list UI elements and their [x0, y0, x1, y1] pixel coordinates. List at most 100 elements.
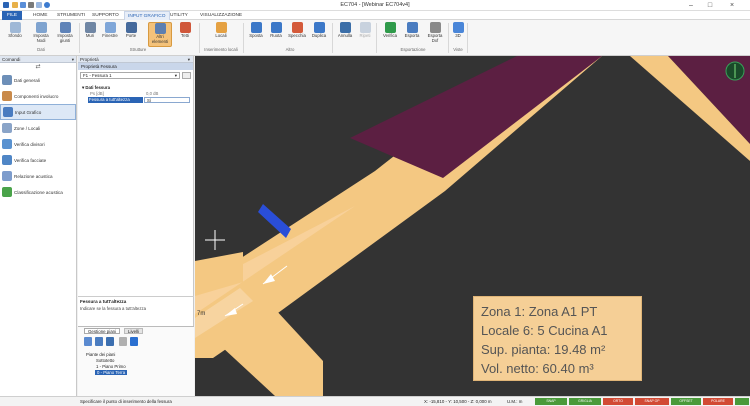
tree-item-piano-terra[interactable]: 0 - Piano Terra — [95, 370, 128, 375]
tree-item-piano-primo[interactable]: 1 - Piano Primo — [96, 364, 126, 369]
properties-panel: Proprietà ▾ Proprietà Fessura F1 - Fessur… — [78, 56, 194, 396]
title-bar: EC704 - [Webinar EC704v4] – □ × — [0, 0, 750, 11]
joints-icon — [59, 22, 71, 33]
snap-op-toggle[interactable]: SNAP OP — [635, 398, 669, 405]
move-down-icon[interactable] — [119, 337, 127, 346]
menu-supporto[interactable]: SUPPORTO — [89, 11, 122, 20]
property-menu-icon[interactable] — [182, 72, 191, 79]
background-icon — [9, 22, 21, 33]
orto-toggle[interactable]: ORTO — [603, 398, 633, 405]
menu-file[interactable]: FILE — [2, 11, 23, 20]
info-zona: Zona 1: Zona A1 PT — [481, 304, 598, 319]
locali-button[interactable]: Locali — [212, 22, 230, 39]
group-esportazione-label: Esportazione — [400, 47, 426, 52]
pin-icon[interactable]: ▾ — [72, 56, 74, 63]
esporta-button[interactable]: Esporta — [402, 22, 422, 39]
altri-elementi-button[interactable]: Altri elementi — [148, 22, 172, 47]
group-strutture-label: Strutture — [129, 47, 147, 52]
cmd-classificazione-acustica[interactable]: Classificazione acustica — [0, 184, 76, 200]
status-unit: U.M.: m — [507, 399, 523, 404]
ripeti-button[interactable]: Ripeti — [356, 22, 374, 39]
drawing-canvas[interactable]: 7m Zona 1: Zona A1 PT Locale 6: 5 Cucina… — [195, 56, 750, 396]
verify-icon — [384, 22, 396, 33]
sposta-button[interactable]: Sposta — [246, 22, 266, 39]
edit-level-icon[interactable] — [95, 337, 103, 346]
cmd-input-grafico[interactable]: Input Grafico — [0, 104, 76, 120]
export-icon — [406, 22, 418, 33]
rotate-icon — [270, 22, 282, 33]
cmd-verifica-divisori[interactable]: Verifica divisori — [0, 136, 76, 152]
cmd-dati-generali[interactable]: Dati generali — [0, 72, 76, 88]
tree-item-sottotetto[interactable]: Sottotetto — [96, 358, 114, 363]
porte-button[interactable]: Porte — [122, 22, 140, 39]
ribbon-separator — [467, 23, 468, 53]
close-icon[interactable]: × — [725, 1, 739, 10]
ribbon: Sfondo Imposta Nodi Imposta giunti Dati … — [0, 20, 750, 56]
cube-icon — [452, 22, 464, 33]
menu-visualizzazione[interactable]: VISUALIZZAZIONE — [197, 11, 245, 20]
menu-bar: FILE HOME STRUMENTI SUPPORTO INPUT GRAFI… — [0, 11, 750, 20]
properties-subtitle: Proprietà Fessura — [78, 63, 193, 70]
specchia-button[interactable]: Specchia — [286, 22, 308, 39]
imposta-nodi-button[interactable]: Imposta Nodi — [30, 22, 52, 44]
zones-icon — [2, 123, 12, 133]
minimize-icon[interactable]: – — [684, 1, 698, 10]
expand-icon[interactable]: ⇄ — [0, 63, 76, 72]
cmd-relazione-acustica[interactable]: Relazione acustica — [0, 168, 76, 184]
report-icon — [2, 171, 12, 181]
tab-gestione-piani[interactable]: Gestione piani — [84, 328, 121, 334]
status-prompt: Specificare il punto di inserimento dell… — [80, 399, 172, 404]
dimension-label: 7m — [197, 311, 205, 317]
menu-input-grafico[interactable]: INPUT GRAFICO — [124, 11, 170, 20]
view-3d-button[interactable]: 3D — [451, 22, 465, 39]
ribbon-separator — [79, 23, 80, 53]
sfondo-button[interactable]: Sfondo — [4, 22, 26, 39]
tetti-button[interactable]: Tetti — [176, 22, 194, 39]
cmd-verifica-facciate[interactable]: Verifica facciate — [0, 152, 76, 168]
ruota-button[interactable]: Ruota — [267, 22, 285, 39]
snap-toggle[interactable]: SNAP — [535, 398, 567, 405]
tree-root[interactable]: Piante dei piani — [86, 352, 115, 357]
property-row-fessura-altezza[interactable]: Fessura a tutt'altezza Sì — [78, 97, 194, 103]
mirror-icon — [291, 22, 303, 33]
livelli-toggle[interactable] — [735, 398, 749, 405]
roofs-icon — [179, 22, 191, 33]
element-selector[interactable]: F1 - Fessura 1 ▾ — [80, 72, 180, 79]
window-title: EC704 - [Webinar EC704v4] — [340, 2, 410, 8]
partitions-icon — [2, 139, 12, 149]
verifica-button[interactable]: Verifica — [380, 22, 400, 39]
menu-strumenti[interactable]: STRUMENTI — [54, 11, 88, 20]
annulla-button[interactable]: Annulla — [336, 22, 354, 39]
esporta-dxf-button[interactable]: Esporta Dxf — [424, 22, 446, 44]
doors-icon — [125, 22, 137, 33]
graphic-input-icon — [3, 107, 13, 117]
maximize-icon[interactable]: □ — [703, 1, 717, 10]
add-level-icon[interactable] — [84, 337, 92, 346]
crack-element[interactable] — [258, 204, 291, 238]
finestre-button[interactable]: Finestre — [100, 22, 120, 39]
offset-toggle[interactable]: OFFSET — [671, 398, 701, 405]
imposta-giunti-button[interactable]: Imposta giunti — [54, 22, 76, 44]
menu-home[interactable]: HOME — [30, 11, 50, 20]
status-bar: Specificare il punto di inserimento dell… — [0, 396, 750, 406]
polare-toggle[interactable]: POLARE — [703, 398, 733, 405]
muri-button[interactable]: Muri — [82, 22, 98, 39]
duplica-button[interactable]: Duplica — [309, 22, 329, 39]
cmd-componenti-involucro[interactable]: Componenti involucro — [0, 88, 76, 104]
ribbon-separator — [332, 23, 333, 53]
delete-level-icon[interactable] — [106, 337, 114, 346]
pin-icon[interactable]: ▾ — [188, 56, 190, 63]
ribbon-separator — [376, 23, 377, 53]
move-up-icon[interactable] — [130, 337, 138, 346]
cmd-zone-locali[interactable]: Zone / Locali — [0, 120, 76, 136]
tab-livelli[interactable]: Livelli — [124, 328, 143, 334]
menu-utility[interactable]: UTILITY — [167, 11, 191, 20]
properties-panel-header: Proprietà ▾ — [78, 56, 193, 63]
ribbon-separator — [448, 23, 449, 53]
griglia-toggle[interactable]: GRIGLIA — [569, 398, 601, 405]
nodes-icon — [35, 22, 47, 33]
description-text: Indicare se la fessura a tutt'altezza — [80, 306, 147, 311]
description-area: Fessura a tutt'altezza Indicare se la fe… — [78, 296, 194, 324]
info-superficie: Sup. pianta: 19.48 m² — [481, 342, 606, 357]
fessura-altezza-value[interactable]: Sì — [144, 97, 190, 103]
